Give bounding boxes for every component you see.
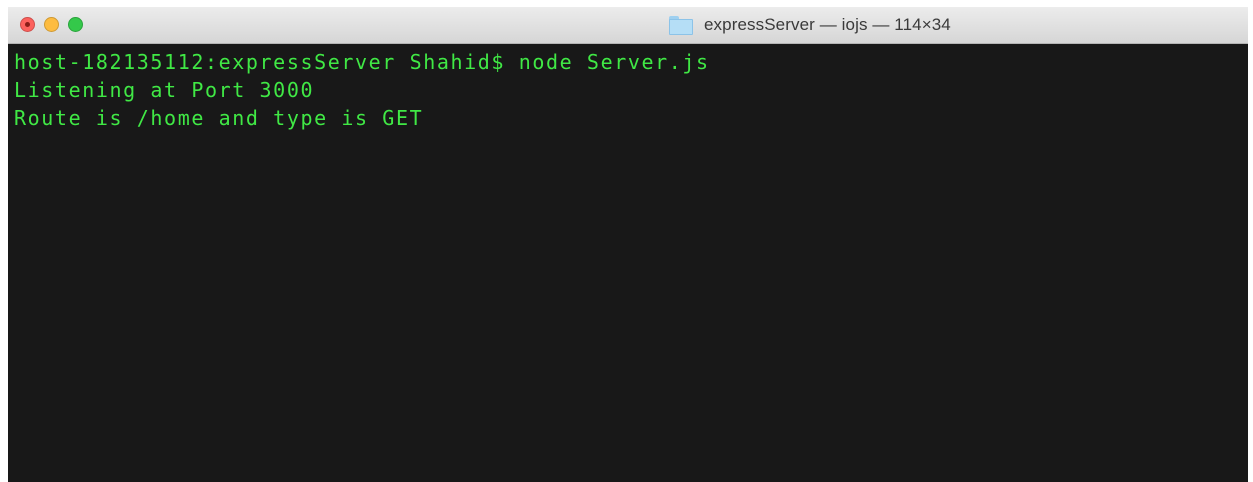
- window-title: expressServer — iojs — 114×34: [704, 15, 951, 34]
- terminal-line-route: Route is /home and type is GET: [14, 106, 424, 130]
- window-title-group: expressServer — iojs — 114×34: [668, 14, 951, 36]
- close-icon: [25, 22, 30, 27]
- terminal-line-listening: Listening at Port 3000: [14, 78, 315, 102]
- terminal-line-command: host-182135112:expressServer Shahid$ nod…: [14, 50, 710, 74]
- title-bar[interactable]: expressServer — iojs — 114×34: [8, 7, 1248, 44]
- close-button[interactable]: [20, 17, 35, 32]
- terminal-output[interactable]: host-182135112:expressServer Shahid$ nod…: [8, 44, 1248, 482]
- folder-icon: [668, 15, 694, 35]
- terminal-window: expressServer — iojs — 114×34 host-18213…: [8, 7, 1248, 482]
- minimize-button[interactable]: [44, 17, 59, 32]
- zoom-button[interactable]: [68, 17, 83, 32]
